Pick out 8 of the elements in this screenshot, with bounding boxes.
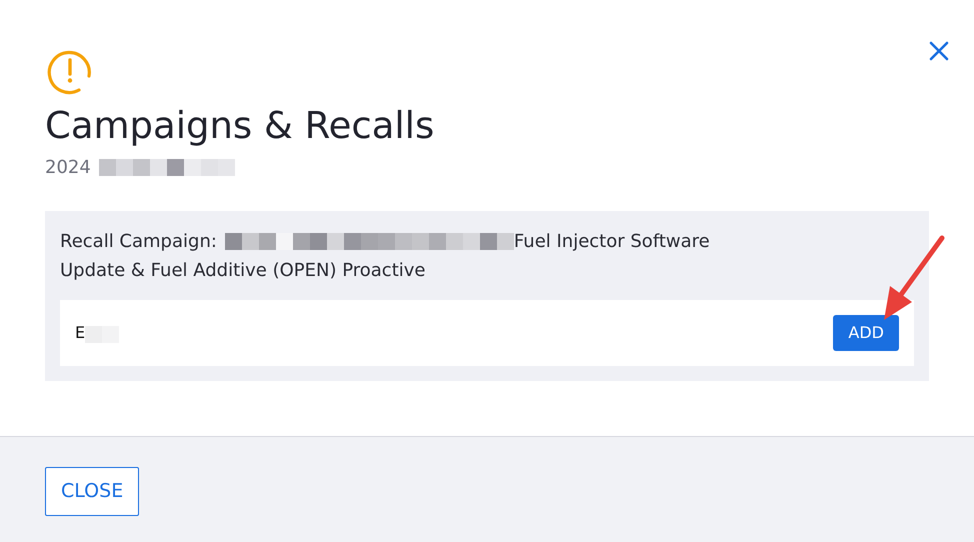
close-button[interactable]: CLOSE — [45, 467, 140, 516]
dialog-title: Campaigns & Recalls — [45, 104, 436, 148]
item-text: E — [75, 322, 86, 344]
recall-title: Update & Fuel Additive (OPEN) Proactive — [60, 260, 426, 282]
recall-title: Fuel Injector Software — [514, 230, 710, 254]
add-button[interactable]: ADD — [833, 315, 899, 352]
subtitle-text: 2024 — [45, 156, 91, 180]
recall-label: Recall Campaign: — [60, 230, 217, 254]
